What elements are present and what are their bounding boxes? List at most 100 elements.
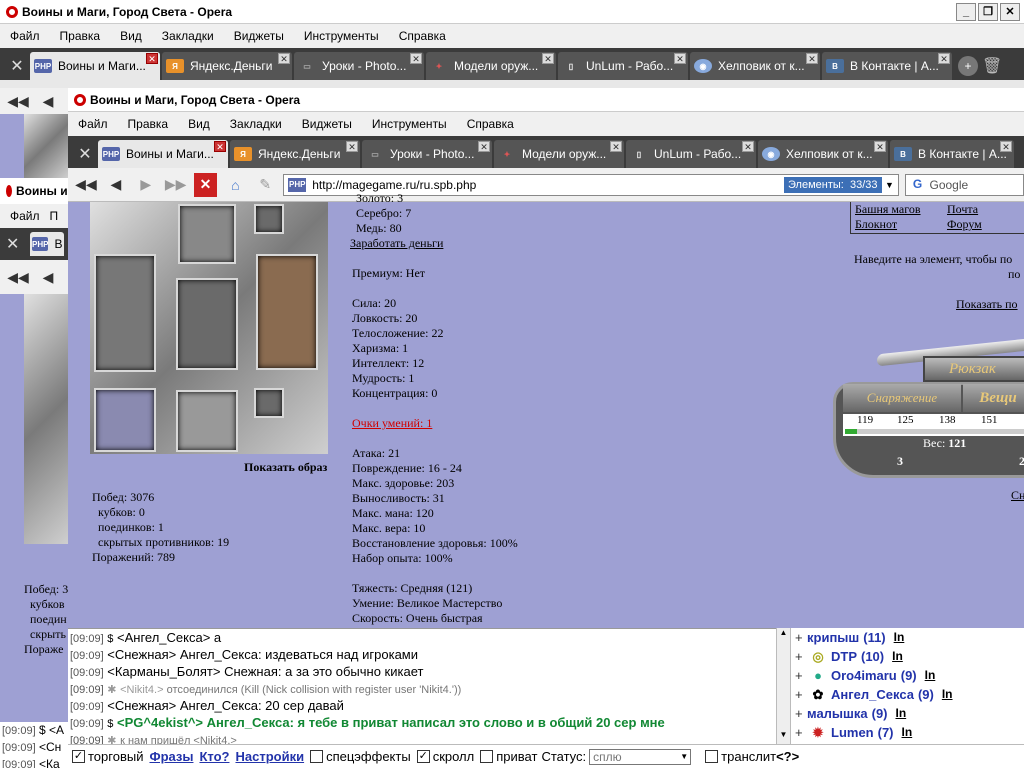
inner-tab-3[interactable]: ▭ Уроки - Photo... ✕ (362, 140, 492, 168)
tab-close-icon[interactable]: ✕ (146, 53, 158, 64)
user-list-item[interactable]: + крипыш (11) In (791, 628, 1024, 647)
menu-tools[interactable]: Инструменты (362, 117, 457, 131)
outer-tab-6[interactable]: ◉ Хелповик от к... ✕ (690, 52, 820, 80)
tab-close-icon[interactable]: ✕ (742, 141, 754, 152)
inner-tab-4[interactable]: ✦ Модели оруж... ✕ (494, 140, 624, 168)
menu-view[interactable]: Вид (178, 117, 220, 131)
menu-view[interactable]: Вид (110, 29, 152, 43)
rewind-icon[interactable]: ◀◀ (6, 89, 30, 113)
tab-close-icon[interactable]: ✕ (278, 53, 290, 64)
minimize-icon[interactable]: _ (956, 2, 976, 21)
tools-icon[interactable]: ✕ (4, 52, 30, 80)
rewind-icon[interactable]: ◀◀ (6, 265, 30, 289)
settings-link[interactable]: Настройки (235, 749, 304, 764)
user-link[interactable]: In (896, 704, 907, 723)
outer-tab-3[interactable]: ▭ Уроки - Photo... ✕ (294, 52, 424, 80)
tab-close-icon[interactable]: ✕ (214, 141, 226, 152)
add-tab-icon[interactable]: + (958, 56, 978, 76)
menu-help[interactable]: Справка (457, 117, 524, 131)
partial-link[interactable]: Сн (1011, 488, 1024, 503)
tab-close-icon[interactable]: ✕ (806, 53, 818, 64)
rewind-icon[interactable]: ◀◀ (74, 173, 98, 197)
back-icon[interactable]: ◀ (104, 173, 128, 197)
tab-close-icon[interactable]: ✕ (346, 141, 358, 152)
tab-close-icon[interactable]: ✕ (542, 53, 554, 64)
edit-icon[interactable]: ✎ (253, 173, 277, 197)
expand-icon[interactable]: + (791, 666, 805, 685)
menu-edit[interactable]: Правка (118, 117, 179, 131)
forum-link[interactable]: Форум (947, 217, 982, 232)
outer-tab-1[interactable]: PHP Воины и Маги... ✕ (30, 52, 160, 80)
who-link[interactable]: Кто? (199, 749, 229, 764)
close-icon[interactable]: ✕ (1000, 2, 1020, 21)
outer-tab-2[interactable]: Я Яндекс.Деньги ✕ (162, 52, 292, 80)
inner-tab-5[interactable]: ▯ UnLum - Рабо... ✕ (626, 140, 756, 168)
phrases-link[interactable]: Фразы (149, 749, 193, 764)
tab-close-icon[interactable]: ✕ (410, 53, 422, 64)
inner-tab-6[interactable]: ◉ Хелповик от к... ✕ (758, 140, 888, 168)
bg-tab[interactable]: PHP В (30, 232, 64, 256)
amulet-slot[interactable] (254, 204, 284, 234)
trade-checkbox[interactable]: ✓ (72, 750, 85, 763)
ring-slot[interactable] (254, 388, 284, 418)
scroll-up-icon[interactable]: ▲ (777, 628, 790, 642)
mail-link[interactable]: Почта (947, 202, 978, 217)
user-link[interactable]: In (902, 723, 913, 742)
tab-close-icon[interactable]: ✕ (1000, 141, 1012, 152)
status-select[interactable]: сплю ▼ (589, 748, 692, 765)
expand-icon[interactable]: + (791, 723, 805, 742)
skill-points-link[interactable]: Очки умений: 1 (350, 416, 590, 431)
user-link[interactable]: In (925, 666, 936, 685)
weapon-slot[interactable] (94, 254, 156, 372)
expand-icon[interactable]: + (791, 685, 805, 704)
menu-bookmarks[interactable]: Закладки (220, 117, 292, 131)
user-list-item[interactable]: + малышка (9) In (791, 704, 1024, 723)
menu-file[interactable]: Файл (68, 117, 118, 131)
menu-widgets[interactable]: Виджеты (292, 117, 362, 131)
chat-scrollbar[interactable]: ▲ ▼ (776, 628, 790, 746)
expand-icon[interactable]: + (791, 647, 805, 666)
search-field[interactable]: G Google (904, 173, 1024, 196)
tools-icon[interactable]: ✕ (6, 234, 30, 254)
show-image-link[interactable]: Показать образ (244, 460, 327, 475)
gloves-slot[interactable] (94, 388, 156, 452)
restore-icon[interactable]: ❐ (978, 2, 998, 21)
effects-checkbox[interactable] (310, 750, 324, 763)
earn-money-link[interactable]: Заработать деньги (350, 236, 590, 251)
outer-tab-4[interactable]: ✦ Модели оруж... ✕ (426, 52, 556, 80)
scroll-checkbox[interactable]: ✓ (416, 750, 430, 763)
user-list-item[interactable]: + ✿ Ангел_Секса (9) In (791, 685, 1024, 704)
scroll-down-icon[interactable]: ▼ (777, 730, 790, 744)
stop-icon[interactable]: ✕ (193, 172, 218, 197)
user-link[interactable]: In (894, 628, 905, 647)
expand-icon[interactable]: + (791, 628, 805, 647)
menu-file[interactable]: Файл (0, 29, 50, 43)
back-icon[interactable]: ◀ (36, 265, 60, 289)
tab-close-icon[interactable]: ✕ (478, 141, 490, 152)
outer-tab-7[interactable]: ВВ Контакте | А... ✕ (822, 52, 952, 80)
tab-close-icon[interactable]: ✕ (874, 141, 886, 152)
mage-tower-link[interactable]: Башня магов (851, 202, 947, 217)
user-list-item[interactable]: + ◎ DTP (10) In (791, 647, 1024, 666)
expand-icon[interactable]: + (791, 704, 805, 723)
notepad-link[interactable]: Блокнот (851, 217, 947, 232)
translit-checkbox[interactable] (705, 750, 719, 763)
menu-tools[interactable]: Инструменты (294, 29, 389, 43)
inner-tab-2[interactable]: Я Яндекс.Деньги ✕ (230, 140, 360, 168)
forward-icon[interactable]: ▶ (134, 173, 158, 197)
menu-edit[interactable]: Правка (50, 29, 111, 43)
back-icon[interactable]: ◀ (36, 89, 60, 113)
backpack-tab[interactable]: Рюкзак (923, 356, 1024, 382)
tab-close-icon[interactable]: ✕ (938, 53, 950, 64)
boots-slot[interactable] (176, 390, 238, 452)
shield-slot[interactable] (256, 254, 318, 370)
show-link[interactable]: Показать по (956, 297, 1018, 312)
menu-widgets[interactable]: Виджеты (224, 29, 294, 43)
helmet-slot[interactable] (178, 204, 236, 264)
user-list-item[interactable]: + ● Oro4imaru (9) In (791, 666, 1024, 685)
private-checkbox[interactable] (480, 750, 494, 763)
tools-icon[interactable]: ✕ (72, 140, 98, 168)
user-link[interactable]: In (892, 647, 903, 666)
help-link[interactable]: <?> (776, 749, 799, 764)
dropdown-icon[interactable]: ▼ (882, 180, 898, 190)
